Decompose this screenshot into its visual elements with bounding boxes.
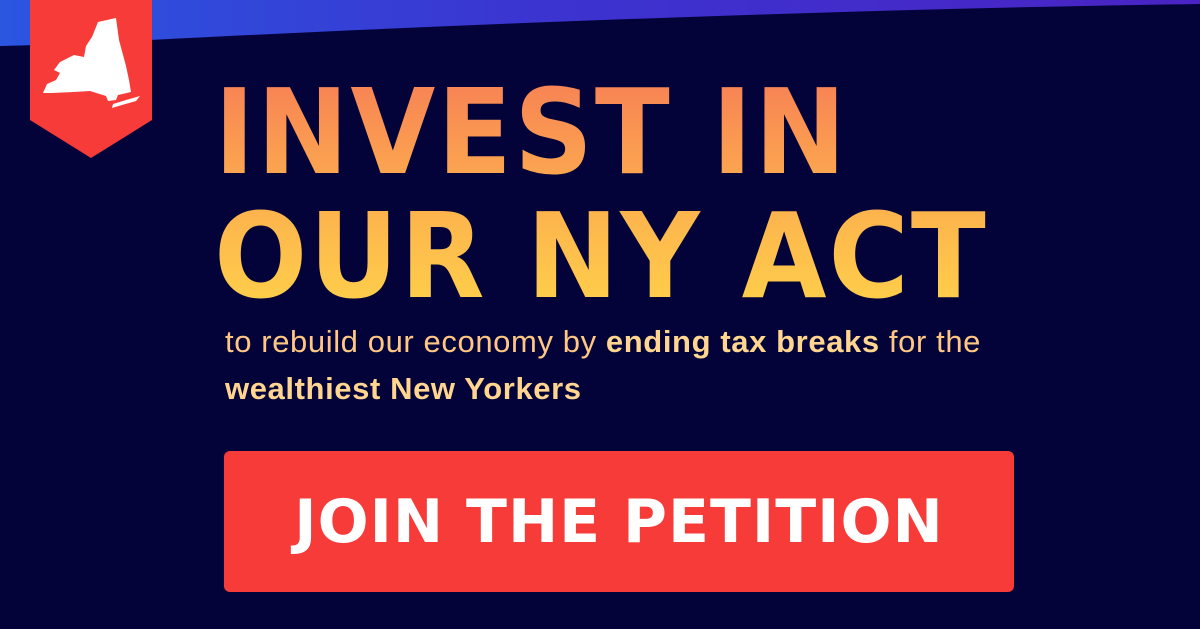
headline-line-1: INVEST IN: [214, 63, 849, 201]
banner: INVEST IN OUR NY ACT to rebuild our econ…: [0, 0, 1200, 629]
new-york-state-icon: [30, 0, 152, 158]
headline-line-2: OUR NY ACT: [214, 187, 988, 325]
subtitle: to rebuild our economy by ending tax bre…: [225, 318, 1045, 412]
subtitle-text-1: to rebuild our economy by: [225, 324, 606, 359]
top-swoosh-decoration: [0, 0, 1200, 46]
headline: INVEST IN OUR NY ACT: [214, 70, 1088, 318]
subtitle-emphasis-1: ending tax breaks: [605, 324, 880, 359]
join-petition-button[interactable]: JOIN THE PETITION: [224, 451, 1014, 592]
subtitle-text-2: for the: [879, 324, 982, 359]
subtitle-emphasis-2: wealthiest New Yorkers: [225, 371, 582, 406]
